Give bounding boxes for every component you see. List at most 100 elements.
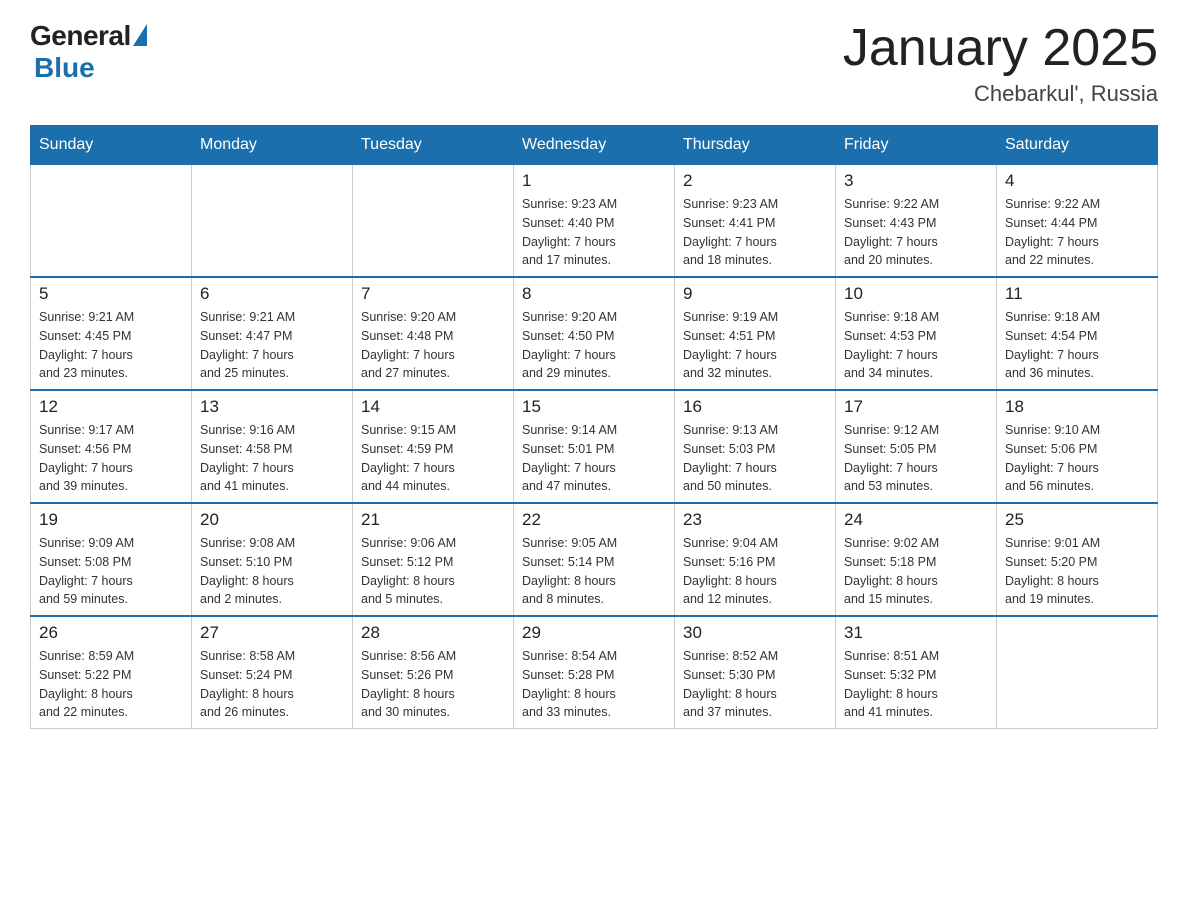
calendar-cell: 20 Sunrise: 9:08 AM Sunset: 5:10 PM Dayli…	[192, 503, 353, 616]
day-number: 29	[522, 623, 666, 643]
logo: General Blue	[30, 20, 147, 84]
calendar-cell: 19 Sunrise: 9:09 AM Sunset: 5:08 PM Dayli…	[31, 503, 192, 616]
day-info: Sunrise: 9:10 AM Sunset: 5:06 PM Dayligh…	[1005, 421, 1149, 496]
day-info: Sunrise: 8:52 AM Sunset: 5:30 PM Dayligh…	[683, 647, 827, 722]
day-number: 17	[844, 397, 988, 417]
week-row-2: 5 Sunrise: 9:21 AM Sunset: 4:45 PM Daylig…	[31, 277, 1158, 390]
weekday-header-row: SundayMondayTuesdayWednesdayThursdayFrid…	[31, 126, 1158, 165]
day-number: 28	[361, 623, 505, 643]
logo-blue-text: Blue	[34, 52, 95, 84]
day-info: Sunrise: 8:56 AM Sunset: 5:26 PM Dayligh…	[361, 647, 505, 722]
day-info: Sunrise: 9:09 AM Sunset: 5:08 PM Dayligh…	[39, 534, 183, 609]
day-info: Sunrise: 8:59 AM Sunset: 5:22 PM Dayligh…	[39, 647, 183, 722]
week-row-5: 26 Sunrise: 8:59 AM Sunset: 5:22 PM Dayli…	[31, 616, 1158, 729]
calendar-cell: 7Sunrise: 9:20 AM Sunset: 4:48 PM Daylig…	[353, 277, 514, 390]
day-number: 16	[683, 397, 827, 417]
calendar-cell: 18Sunrise: 9:10 AM Sunset: 5:06 PM Dayli…	[997, 390, 1158, 503]
calendar-cell: 10 Sunrise: 9:18 AM Sunset: 4:53 PM Dayli…	[836, 277, 997, 390]
day-number: 31	[844, 623, 988, 643]
weekday-header-saturday: Saturday	[997, 126, 1158, 165]
day-number: 14	[361, 397, 505, 417]
calendar-cell: 25 Sunrise: 9:01 AM Sunset: 5:20 PM Dayli…	[997, 503, 1158, 616]
calendar-cell	[31, 165, 192, 278]
day-info: Sunrise: 9:19 AM Sunset: 4:51 PM Dayligh…	[683, 308, 827, 383]
calendar-cell	[997, 616, 1158, 729]
day-number: 23	[683, 510, 827, 530]
day-number: 25	[1005, 510, 1149, 530]
week-row-1: 1Sunrise: 9:23 AM Sunset: 4:40 PM Daylig…	[31, 165, 1158, 278]
calendar-cell: 13 Sunrise: 9:16 AM Sunset: 4:58 PM Dayli…	[192, 390, 353, 503]
page-header: General Blue January 2025 Chebarkul', Ru…	[30, 20, 1158, 107]
day-info: Sunrise: 8:51 AM Sunset: 5:32 PM Dayligh…	[844, 647, 988, 722]
day-info: Sunrise: 9:22 AM Sunset: 4:43 PM Dayligh…	[844, 195, 988, 270]
calendar-cell: 1Sunrise: 9:23 AM Sunset: 4:40 PM Daylig…	[514, 165, 675, 278]
day-info: Sunrise: 8:58 AM Sunset: 5:24 PM Dayligh…	[200, 647, 344, 722]
calendar-cell: 31 Sunrise: 8:51 AM Sunset: 5:32 PM Dayli…	[836, 616, 997, 729]
calendar-cell: 30 Sunrise: 8:52 AM Sunset: 5:30 PM Dayli…	[675, 616, 836, 729]
week-row-3: 12 Sunrise: 9:17 AM Sunset: 4:56 PM Dayli…	[31, 390, 1158, 503]
day-info: Sunrise: 9:22 AM Sunset: 4:44 PM Dayligh…	[1005, 195, 1149, 270]
calendar-cell: 17 Sunrise: 9:12 AM Sunset: 5:05 PM Dayli…	[836, 390, 997, 503]
calendar-cell: 12 Sunrise: 9:17 AM Sunset: 4:56 PM Dayli…	[31, 390, 192, 503]
weekday-header-sunday: Sunday	[31, 126, 192, 165]
calendar-cell	[192, 165, 353, 278]
day-info: Sunrise: 9:01 AM Sunset: 5:20 PM Dayligh…	[1005, 534, 1149, 609]
day-number: 11	[1005, 284, 1149, 304]
day-info: Sunrise: 9:05 AM Sunset: 5:14 PM Dayligh…	[522, 534, 666, 609]
day-number: 19	[39, 510, 183, 530]
day-info: Sunrise: 9:21 AM Sunset: 4:45 PM Dayligh…	[39, 308, 183, 383]
calendar-cell: 23 Sunrise: 9:04 AM Sunset: 5:16 PM Dayli…	[675, 503, 836, 616]
calendar-cell: 2Sunrise: 9:23 AM Sunset: 4:41 PM Daylig…	[675, 165, 836, 278]
day-number: 3	[844, 171, 988, 191]
day-info: Sunrise: 9:04 AM Sunset: 5:16 PM Dayligh…	[683, 534, 827, 609]
day-info: Sunrise: 9:06 AM Sunset: 5:12 PM Dayligh…	[361, 534, 505, 609]
calendar-cell: 14 Sunrise: 9:15 AM Sunset: 4:59 PM Dayli…	[353, 390, 514, 503]
day-number: 1	[522, 171, 666, 191]
calendar-cell: 5 Sunrise: 9:21 AM Sunset: 4:45 PM Daylig…	[31, 277, 192, 390]
day-info: Sunrise: 8:54 AM Sunset: 5:28 PM Dayligh…	[522, 647, 666, 722]
day-number: 22	[522, 510, 666, 530]
day-number: 26	[39, 623, 183, 643]
weekday-header-wednesday: Wednesday	[514, 126, 675, 165]
calendar-cell: 6Sunrise: 9:21 AM Sunset: 4:47 PM Daylig…	[192, 277, 353, 390]
calendar-subtitle: Chebarkul', Russia	[843, 81, 1158, 107]
day-info: Sunrise: 9:18 AM Sunset: 4:54 PM Dayligh…	[1005, 308, 1149, 383]
day-number: 24	[844, 510, 988, 530]
day-info: Sunrise: 9:16 AM Sunset: 4:58 PM Dayligh…	[200, 421, 344, 496]
day-info: Sunrise: 9:20 AM Sunset: 4:48 PM Dayligh…	[361, 308, 505, 383]
day-info: Sunrise: 9:18 AM Sunset: 4:53 PM Dayligh…	[844, 308, 988, 383]
calendar-cell: 22 Sunrise: 9:05 AM Sunset: 5:14 PM Dayli…	[514, 503, 675, 616]
calendar-cell: 8 Sunrise: 9:20 AM Sunset: 4:50 PM Daylig…	[514, 277, 675, 390]
calendar-table: SundayMondayTuesdayWednesdayThursdayFrid…	[30, 125, 1158, 729]
day-info: Sunrise: 9:14 AM Sunset: 5:01 PM Dayligh…	[522, 421, 666, 496]
calendar-cell: 16Sunrise: 9:13 AM Sunset: 5:03 PM Dayli…	[675, 390, 836, 503]
day-number: 8	[522, 284, 666, 304]
day-number: 20	[200, 510, 344, 530]
calendar-cell: 28 Sunrise: 8:56 AM Sunset: 5:26 PM Dayli…	[353, 616, 514, 729]
day-number: 4	[1005, 171, 1149, 191]
day-number: 30	[683, 623, 827, 643]
day-number: 12	[39, 397, 183, 417]
calendar-cell: 27 Sunrise: 8:58 AM Sunset: 5:24 PM Dayli…	[192, 616, 353, 729]
day-info: Sunrise: 9:23 AM Sunset: 4:41 PM Dayligh…	[683, 195, 827, 270]
calendar-cell: 3 Sunrise: 9:22 AM Sunset: 4:43 PM Daylig…	[836, 165, 997, 278]
day-info: Sunrise: 9:15 AM Sunset: 4:59 PM Dayligh…	[361, 421, 505, 496]
day-info: Sunrise: 9:08 AM Sunset: 5:10 PM Dayligh…	[200, 534, 344, 609]
day-number: 13	[200, 397, 344, 417]
day-number: 9	[683, 284, 827, 304]
day-number: 10	[844, 284, 988, 304]
calendar-cell: 9 Sunrise: 9:19 AM Sunset: 4:51 PM Daylig…	[675, 277, 836, 390]
day-info: Sunrise: 9:20 AM Sunset: 4:50 PM Dayligh…	[522, 308, 666, 383]
title-block: January 2025 Chebarkul', Russia	[843, 20, 1158, 107]
logo-general-text: General	[30, 20, 131, 52]
calendar-title: January 2025	[843, 20, 1158, 77]
day-number: 5	[39, 284, 183, 304]
logo-triangle-icon	[133, 24, 147, 46]
day-number: 27	[200, 623, 344, 643]
day-info: Sunrise: 9:02 AM Sunset: 5:18 PM Dayligh…	[844, 534, 988, 609]
calendar-cell: 21 Sunrise: 9:06 AM Sunset: 5:12 PM Dayli…	[353, 503, 514, 616]
day-info: Sunrise: 9:17 AM Sunset: 4:56 PM Dayligh…	[39, 421, 183, 496]
calendar-cell: 4 Sunrise: 9:22 AM Sunset: 4:44 PM Daylig…	[997, 165, 1158, 278]
day-number: 21	[361, 510, 505, 530]
day-info: Sunrise: 9:12 AM Sunset: 5:05 PM Dayligh…	[844, 421, 988, 496]
